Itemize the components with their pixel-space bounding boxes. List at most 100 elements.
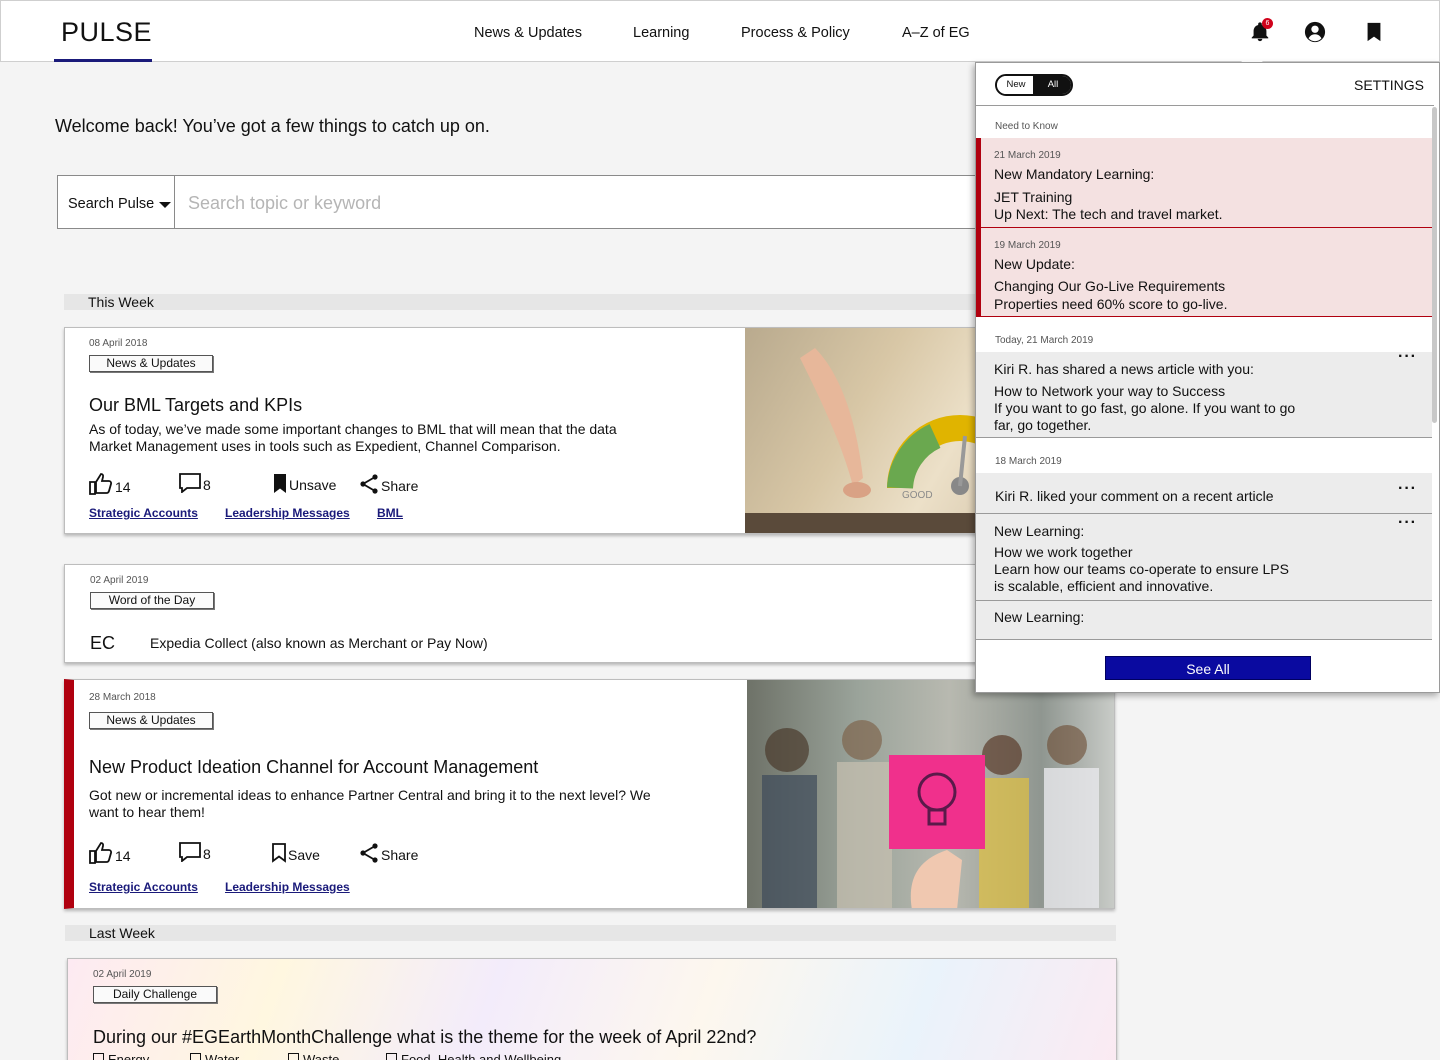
notifications-panel: New All SETTINGS Need to Know 21 March 2…: [975, 62, 1440, 693]
panel-scrollbar[interactable]: [1432, 107, 1437, 423]
new-all-toggle[interactable]: New All: [995, 74, 1073, 96]
card-title[interactable]: Our BML Targets and KPIs: [89, 395, 302, 416]
like-button[interactable]: 14: [89, 842, 131, 864]
nav-learning[interactable]: Learning: [633, 25, 689, 41]
save-label: Unsave: [289, 477, 337, 493]
card-date: 08 April 2018: [89, 338, 148, 349]
like-count: 14: [115, 848, 131, 864]
challenge-question: During our #EGEarthMonthChallenge what i…: [93, 1027, 757, 1047]
challenge-option[interactable]: Food, Health and Wellbeing: [386, 1052, 561, 1060]
glossary-term: EC: [90, 633, 116, 653]
topic-link[interactable]: BML: [377, 506, 403, 520]
more-options-icon[interactable]: ···: [1398, 480, 1417, 497]
unsave-button[interactable]: Unsave: [273, 474, 336, 493]
bookmark-icon[interactable]: [1363, 21, 1385, 43]
notification-item[interactable]: New Learning: How we work together Learn…: [976, 514, 1432, 601]
notification-item[interactable]: New Learning:: [976, 601, 1432, 640]
notification-date: 19 March 2019: [994, 240, 1061, 251]
challenge-options: Energy Water Waste Food, Health and Well…: [93, 1052, 561, 1060]
save-button[interactable]: Save: [272, 843, 320, 863]
share-label: Share: [381, 847, 419, 863]
see-all-button[interactable]: See All: [1105, 656, 1311, 680]
toggle-all[interactable]: All: [1033, 76, 1071, 94]
topic-link[interactable]: Strategic Accounts: [89, 506, 198, 520]
top-nav-bar: PULSE News & Updates Learning Process & …: [0, 0, 1440, 62]
toggle-new[interactable]: New: [997, 76, 1035, 94]
article-card[interactable]: 28 March 2018 News & Updates New Product…: [64, 679, 1115, 909]
welcome-message: Welcome back! You’ve got a few things to…: [55, 116, 490, 136]
notification-item[interactable]: 21 March 2019 New Mandatory Learning: JE…: [976, 138, 1432, 228]
card-description: As of today, we’ve made some important c…: [89, 421, 617, 454]
bookmark-filled-icon: [274, 474, 286, 493]
card-category-tag[interactable]: Word of the Day: [90, 592, 214, 609]
notification-title: How to Network your way to Success: [994, 383, 1226, 399]
challenge-option[interactable]: Energy: [93, 1052, 190, 1060]
share-icon: [360, 474, 378, 494]
active-tab-indicator: [54, 59, 152, 62]
word-of-day-card[interactable]: 02 April 2019 Word of the Day EC Expedia…: [64, 564, 1084, 663]
comment-count: 8: [203, 846, 211, 862]
share-button[interactable]: Share: [359, 843, 418, 863]
like-button[interactable]: 14: [89, 473, 131, 495]
checkbox-icon[interactable]: [190, 1053, 201, 1060]
comment-button[interactable]: 8: [179, 842, 211, 862]
notification-body: Up Next: The tech and travel market.: [994, 206, 1223, 222]
notification-date: 21 March 2019: [994, 150, 1061, 161]
nav-process-policy[interactable]: Process & Policy: [741, 25, 850, 41]
checkbox-icon[interactable]: [386, 1053, 397, 1060]
card-category-tag[interactable]: Daily Challenge: [93, 986, 217, 1003]
card-category-tag[interactable]: News & Updates: [89, 355, 213, 372]
topic-link[interactable]: Strategic Accounts: [89, 880, 198, 894]
notification-title: Changing Our Go-Live Requirements: [994, 278, 1226, 294]
section-last-week: Last Week: [65, 925, 1116, 941]
notification-heading: New Learning:: [994, 609, 1085, 625]
section-this-week: This Week: [64, 294, 976, 310]
notification-body: is scalable, efficient and innovative.: [994, 578, 1214, 594]
comment-icon: [179, 473, 201, 493]
settings-link[interactable]: SETTINGS: [1354, 77, 1424, 94]
search-input[interactable]: [188, 184, 968, 222]
checkbox-icon[interactable]: [93, 1053, 104, 1060]
thumbs-up-icon: [89, 842, 113, 864]
comment-button[interactable]: 8: [179, 473, 211, 493]
glossary-definition: Expedia Collect (also known as Merchant …: [150, 635, 488, 651]
topic-link[interactable]: Leadership Messages: [225, 880, 350, 894]
notification-body: Properties need 60% score to go-live.: [994, 296, 1228, 312]
section-today: Today, 21 March 2019: [995, 335, 1094, 346]
notification-heading: Kiri R. liked your comment on a recent a…: [995, 488, 1274, 504]
challenge-option[interactable]: Waste: [288, 1052, 386, 1060]
more-options-icon[interactable]: ···: [1398, 514, 1417, 531]
notification-heading: New Learning:: [994, 523, 1085, 539]
notification-count-badge: 6: [1262, 18, 1273, 29]
thumbs-up-icon: [89, 473, 113, 495]
checkbox-icon[interactable]: [288, 1053, 299, 1060]
card-title[interactable]: New Product Ideation Channel for Account…: [89, 757, 538, 778]
topic-link[interactable]: Leadership Messages: [225, 506, 350, 520]
card-description: Got new or incremental ideas to enhance …: [89, 787, 651, 820]
card-date: 02 April 2019: [93, 969, 152, 980]
gauge-label: GOOD: [902, 490, 933, 501]
challenge-option[interactable]: Water: [190, 1052, 288, 1060]
notification-item[interactable]: 19 March 2019 New Update: Changing Our G…: [976, 228, 1432, 317]
nav-a-z[interactable]: A–Z of EG: [902, 25, 970, 41]
bookmark-outline-icon: [272, 843, 286, 863]
nav-news-updates[interactable]: News & Updates: [474, 25, 582, 41]
search-scope-dropdown[interactable]: Search Pulse: [58, 176, 175, 228]
more-options-icon[interactable]: ···: [1398, 348, 1417, 365]
notification-heading: New Mandatory Learning:: [994, 166, 1155, 182]
card-category-tag[interactable]: News & Updates: [89, 712, 213, 729]
notification-item[interactable]: Kiri R. has shared a news article with y…: [976, 348, 1432, 438]
share-label: Share: [381, 478, 419, 494]
share-button[interactable]: Share: [359, 474, 418, 494]
section-need-to-know: Need to Know: [995, 121, 1058, 132]
section-march-18: 18 March 2019: [995, 456, 1062, 467]
article-card[interactable]: 08 April 2018 News & Updates Our BML Tar…: [64, 327, 1084, 534]
notification-body: Learn how our teams co-operate to ensure…: [994, 561, 1289, 577]
comment-icon: [179, 842, 201, 862]
daily-challenge-card[interactable]: 02 April 2019 Daily Challenge During our…: [67, 958, 1117, 1060]
logo[interactable]: PULSE: [61, 17, 152, 48]
notification-item[interactable]: Kiri R. liked your comment on a recent a…: [976, 473, 1432, 514]
share-icon: [360, 843, 378, 863]
search-scope-label: Search Pulse: [68, 196, 155, 212]
account-icon[interactable]: [1304, 21, 1326, 43]
